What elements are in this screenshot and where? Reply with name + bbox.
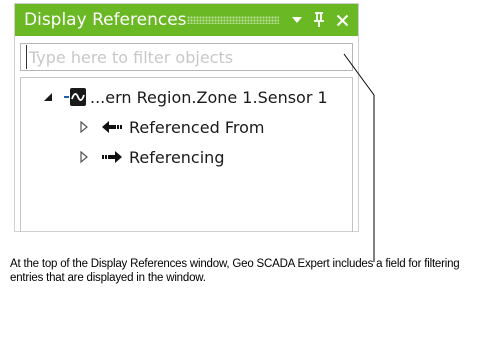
screenshot-stage: Display References Type here to filter o… — [0, 0, 477, 343]
pin-icon — [314, 12, 324, 27]
expand-toggle-referencing[interactable] — [77, 150, 91, 164]
display-references-window: Display References Type here to filter o… — [14, 3, 359, 232]
tree-item-label: Referencing — [129, 147, 225, 167]
filter-input[interactable] — [26, 45, 352, 69]
triangle-expanded-icon — [44, 93, 52, 101]
window-menu-button[interactable] — [287, 9, 307, 31]
close-button[interactable] — [332, 9, 352, 31]
tree-root-row[interactable]: ...ern Region.Zone 1.Sensor 1 — [41, 85, 328, 109]
close-icon — [336, 14, 348, 26]
window-titlebar[interactable]: Display References — [15, 4, 358, 36]
expand-toggle-root[interactable] — [41, 90, 55, 104]
callout-caption: At the top of the Display References win… — [10, 258, 460, 284]
tree-item-referencing[interactable]: Referencing — [77, 145, 224, 169]
references-tree: ...ern Region.Zone 1.Sensor 1 Referenced… — [20, 77, 353, 232]
pin-button[interactable] — [309, 9, 329, 31]
tree-item-referenced-from[interactable]: Referenced From — [77, 115, 264, 139]
filter-field-container — [20, 43, 353, 71]
window-title: Display References — [24, 10, 187, 30]
expand-toggle-referenced-from[interactable] — [77, 120, 91, 134]
triangle-collapsed-icon — [80, 151, 88, 163]
arrow-right-icon — [101, 150, 123, 164]
tree-item-label: Referenced From — [129, 117, 265, 137]
analog-point-icon — [64, 87, 86, 107]
chevron-down-icon — [292, 17, 302, 23]
triangle-collapsed-icon — [80, 121, 88, 133]
drag-grip[interactable] — [187, 16, 279, 24]
tree-root-label: ...ern Region.Zone 1.Sensor 1 — [90, 87, 328, 107]
arrow-left-icon — [101, 120, 123, 134]
